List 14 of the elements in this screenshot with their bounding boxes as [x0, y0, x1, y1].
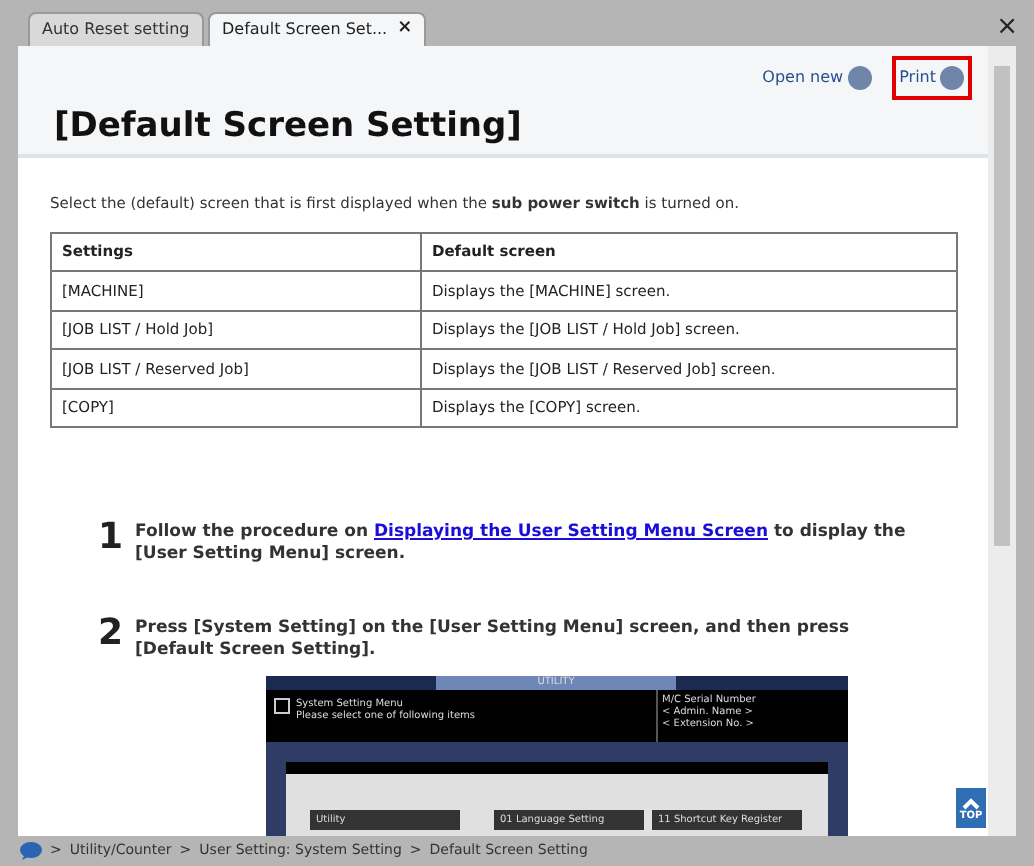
close-button[interactable]: ×	[996, 8, 1018, 47]
step-number: 1	[98, 522, 124, 554]
step-text: Press [System Setting] on the [User Setting Menu] screen, and then press [Default Screen Setting].	[135, 618, 852, 662]
page-title: [Default Screen Setting]	[54, 104, 522, 150]
step-number: 2	[98, 618, 124, 650]
info-icon	[274, 698, 290, 714]
step-link[interactable]: Displaying the User Setting Menu Screen	[373, 522, 768, 542]
tab[interactable]: Default Screen Set... ×	[208, 12, 427, 46]
open-new-link[interactable]: Open new	[762, 66, 872, 90]
print-link[interactable]: Print	[891, 56, 972, 100]
step-text: Follow the procedure on Displaying the User Setting Menu Screen to display the [User Setting Menu] screen.	[135, 522, 908, 566]
tab[interactable]: Auto Reset setting	[28, 12, 204, 46]
close-icon[interactable]: ×	[397, 16, 413, 44]
speech-bubble-icon	[20, 842, 42, 860]
